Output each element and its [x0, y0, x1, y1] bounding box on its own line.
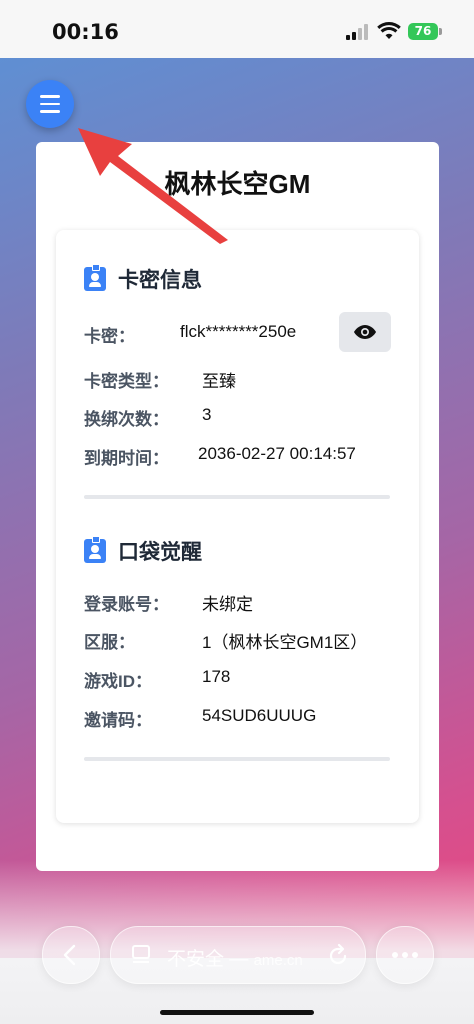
section-divider — [84, 757, 390, 761]
cellular-signal-icon — [346, 24, 372, 40]
more-dots-icon — [392, 952, 418, 958]
red-arrow-annotation — [78, 128, 228, 244]
status-bar: 00:16 76 — [0, 0, 474, 58]
login-account-value: 未绑定 — [202, 595, 253, 614]
browser-toolbar: 不安全 — ame.cn — [0, 922, 474, 992]
invite-code-row: 邀请码： 54SUD6UUUG — [84, 706, 316, 731]
info-panel: 卡密信息 卡密： flck********250e 卡密类型： 至臻 换绑次数：… — [56, 230, 419, 823]
reveal-key-button[interactable] — [339, 312, 391, 352]
info-card: 枫林长空GM 卡密信息 卡密： flck********250e 卡密类型： 至… — [36, 142, 439, 871]
url-domain: ame.cn — [253, 952, 303, 969]
login-account-label: 登录账号： — [84, 595, 169, 614]
login-account-row: 登录账号： 未绑定 — [84, 590, 253, 615]
battery-indicator: 76 — [408, 23, 438, 40]
address-bar[interactable]: 不安全 — ame.cn — [110, 926, 366, 984]
status-time: 00:16 — [52, 20, 119, 44]
game-id-value: 178 — [202, 667, 231, 686]
card-type-label: 卡密类型： — [84, 372, 169, 391]
game-section-header: 口袋觉醒 — [84, 536, 202, 566]
expire-time-value: 2036-02-27 00:14:57 — [198, 444, 356, 463]
back-button[interactable] — [42, 926, 100, 984]
wifi-icon — [377, 22, 401, 39]
id-badge-icon — [84, 536, 106, 563]
card-key-label: 卡密： — [84, 327, 135, 346]
game-id-row: 游戏ID： 178 — [84, 667, 230, 692]
eye-icon — [354, 325, 376, 339]
insecure-label: 不安全 — — [167, 949, 249, 970]
address-text: 不安全 — ame.cn — [167, 944, 303, 971]
server-row: 区服： 1（枫林长空GM1区） — [84, 628, 367, 653]
card-key-value: flck********250e — [180, 322, 297, 341]
invite-code-value: 54SUD6UUUG — [202, 706, 317, 725]
expire-time-row: 到期时间： 2036-02-27 00:14:57 — [84, 444, 356, 469]
card-type-row: 卡密类型： 至臻 — [84, 367, 236, 392]
expire-time-label: 到期时间： — [84, 449, 169, 468]
game-id-label: 游戏ID： — [84, 672, 152, 691]
rebind-count-value: 3 — [202, 405, 212, 424]
game-section-title: 口袋觉醒 — [118, 541, 202, 564]
invite-code-label: 邀请码： — [84, 711, 152, 730]
server-label: 区服： — [84, 633, 135, 652]
rebind-count-row: 换绑次数： 3 — [84, 405, 211, 430]
hamburger-menu-icon — [40, 95, 60, 98]
battery-tip — [439, 28, 442, 35]
home-indicator — [160, 1010, 314, 1015]
card-section-title: 卡密信息 — [118, 269, 202, 292]
section-divider — [84, 495, 390, 499]
id-badge-icon — [84, 264, 106, 291]
card-section-header: 卡密信息 — [84, 264, 202, 294]
chevron-left-icon — [63, 944, 76, 966]
card-key-row: 卡密： flck********250e — [84, 322, 296, 347]
reload-icon[interactable] — [327, 943, 349, 967]
card-type-value: 至臻 — [202, 372, 236, 391]
server-value: 1（枫林长空GM1区） — [202, 633, 368, 652]
more-button[interactable] — [376, 926, 434, 984]
rebind-count-label: 换绑次数： — [84, 410, 169, 429]
page-icon — [132, 945, 150, 963]
